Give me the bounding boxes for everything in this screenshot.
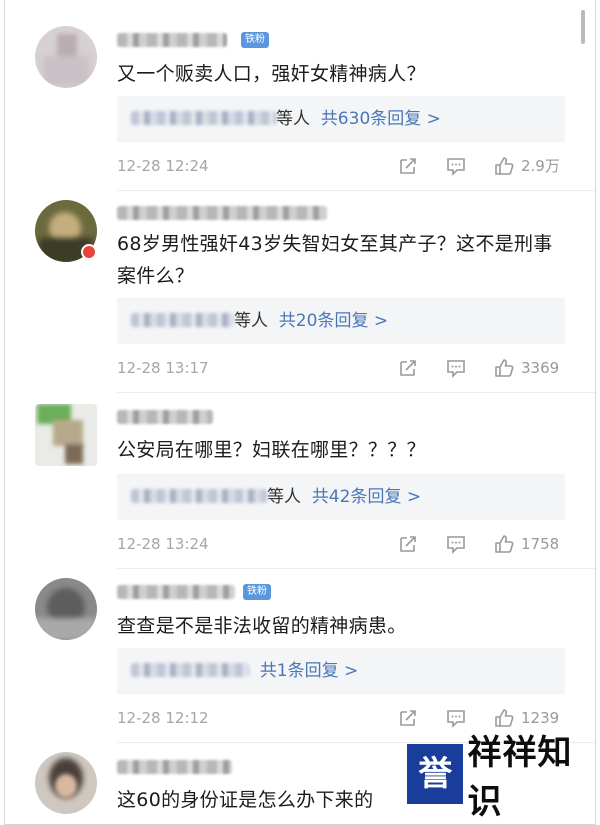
comment-icon[interactable] [445, 533, 467, 555]
username[interactable] [117, 760, 232, 774]
timestamp: 12-28 13:17 [117, 359, 209, 377]
comment-text: 查查是不是非法收留的精神病患。 [117, 615, 407, 637]
thumbs-up-icon[interactable] [493, 533, 515, 555]
like-count: 3369 [521, 359, 560, 377]
reply-people: 等人 [276, 109, 310, 129]
share-icon[interactable] [397, 357, 419, 379]
thumbs-up-icon[interactable] [493, 155, 515, 177]
watermark-box: 誉 [407, 744, 464, 804]
comment-meta: 12-28 13:24 1758 [117, 532, 565, 556]
divider [117, 392, 595, 393]
username[interactable] [117, 585, 235, 599]
comment-icon[interactable] [445, 357, 467, 379]
timestamp: 12-28 12:24 [117, 157, 209, 175]
comment-list: 铁粉 又一个贩卖人口，强奸女精神病人？ 等人 共630条回复 > 12-28 1… [4, 0, 596, 825]
thumbs-up-icon[interactable] [493, 357, 515, 379]
vip-badge [81, 244, 97, 260]
divider [117, 190, 595, 191]
username[interactable] [117, 410, 213, 424]
avatar[interactable] [35, 404, 97, 466]
reply-summary[interactable]: 等人 共630条回复 > [117, 96, 565, 142]
share-icon[interactable] [397, 707, 419, 729]
watermark-text: 祥祥知识 [467, 733, 573, 822]
username[interactable] [117, 33, 227, 47]
watermark-logo: 誉 祥祥知识 [407, 733, 595, 822]
reply-usernames [131, 662, 249, 677]
reply-summary[interactable]: 共1条回复 > [117, 648, 565, 694]
comment-icon[interactable] [445, 707, 467, 729]
share-icon[interactable] [397, 533, 419, 555]
username[interactable] [117, 206, 327, 220]
reply-link[interactable]: 共20条回复 > [279, 311, 388, 331]
reply-link[interactable]: 共630条回复 > [321, 109, 441, 129]
avatar[interactable] [35, 578, 97, 640]
reply-people: 等人 [267, 487, 301, 507]
like-count: 1758 [521, 535, 560, 553]
avatar[interactable] [35, 752, 97, 814]
comment-text: 又一个贩卖人口，强奸女精神病人？ [117, 63, 426, 85]
reply-link[interactable]: 共1条回复 > [260, 661, 358, 681]
reply-link[interactable]: 共42条回复 > [312, 487, 421, 507]
comment-meta: 12-28 12:24 2.9万 [117, 154, 565, 178]
timestamp: 12-28 12:12 [117, 709, 209, 727]
divider [117, 568, 595, 569]
comment-actions: 2.9万 [371, 154, 565, 178]
comment-actions: 1758 [371, 532, 565, 556]
like-count: 2.9万 [521, 157, 560, 175]
fan-badge: 铁粉 [241, 32, 269, 48]
reply-usernames [131, 488, 267, 503]
comment-text: 公安局在哪里？妇联在哪里？？？？ [117, 439, 426, 461]
comment-icon[interactable] [445, 155, 467, 177]
scrollbar[interactable] [581, 10, 585, 44]
reply-usernames [131, 110, 276, 125]
fan-badge: 铁粉 [243, 584, 271, 600]
comment-meta: 12-28 13:17 3369 [117, 356, 565, 380]
comment-text: 68岁男性强奸43岁失智妇女至其产子？这不是刑事案件么？ [117, 233, 553, 287]
reply-summary[interactable]: 等人 共42条回复 > [117, 474, 565, 520]
reply-summary[interactable]: 等人 共20条回复 > [117, 298, 565, 344]
avatar[interactable] [35, 26, 97, 88]
reply-people: 等人 [234, 311, 268, 331]
timestamp: 12-28 13:24 [117, 535, 209, 553]
comment-actions: 3369 [371, 356, 565, 380]
share-icon[interactable] [397, 155, 419, 177]
reply-usernames [131, 312, 234, 327]
